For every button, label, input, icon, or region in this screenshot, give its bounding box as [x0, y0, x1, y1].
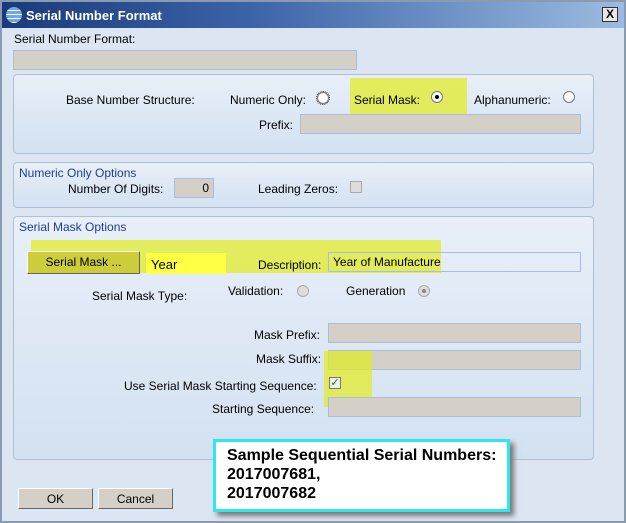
window-title: Serial Number Format — [26, 8, 162, 23]
serial-mask-options-title: Serial Mask Options — [19, 220, 127, 234]
validation-label: Validation: — [228, 284, 284, 298]
leading-zeros-label: Leading Zeros: — [258, 182, 339, 196]
serial-number-format-label: Serial Number Format: — [14, 32, 136, 46]
use-start-sequence-label: Use Serial Mask Starting Sequence: — [124, 379, 317, 393]
starting-sequence-label: Starting Sequence: — [212, 402, 315, 416]
app-icon — [6, 7, 22, 23]
sample-serial-2: 2017007682 — [227, 485, 316, 502]
mask-prefix-label: Mask Prefix: — [254, 328, 321, 342]
sample-serial-1: 2017007681, — [227, 466, 321, 483]
generation-label: Generation — [346, 284, 406, 298]
alphanumeric-radio[interactable] — [563, 91, 575, 103]
serial-mask-label: Serial Mask: — [354, 93, 421, 107]
close-button[interactable]: X — [602, 7, 618, 22]
serial-mask-button[interactable]: Serial Mask ... — [27, 251, 140, 274]
sample-serial-callout: Sample Sequential Serial Numbers: 201700… — [213, 439, 510, 512]
mask-suffix-label: Mask Suffix: — [256, 352, 322, 366]
mask-value-field[interactable]: Year — [146, 253, 226, 274]
validation-radio[interactable] — [297, 285, 309, 297]
serial-mask-radio[interactable] — [431, 91, 443, 103]
alphanumeric-label: Alphanumeric: — [474, 93, 551, 107]
prefix-field[interactable] — [300, 114, 581, 134]
use-start-sequence-checkbox[interactable]: ✓ — [329, 377, 341, 389]
digits-label: Number Of Digits: — [68, 182, 164, 196]
description-field[interactable]: Year of Manufacture — [328, 252, 581, 272]
title-bar: Serial Number Format X — [2, 2, 624, 28]
starting-sequence-field[interactable] — [328, 397, 581, 417]
prefix-label: Prefix: — [259, 118, 294, 132]
numeric-only-label: Numeric Only: — [230, 93, 307, 107]
leading-zeros-checkbox[interactable] — [350, 181, 362, 193]
numeric-options-title: Numeric Only Options — [19, 166, 137, 180]
serial-number-format-dialog: Serial Number Format X Serial Number For… — [0, 0, 626, 523]
description-label: Description: — [258, 258, 322, 272]
cancel-button[interactable]: Cancel — [98, 488, 173, 509]
serial-number-format-field[interactable] — [13, 50, 357, 70]
base-structure-label: Base Number Structure: — [66, 93, 195, 107]
ok-button[interactable]: OK — [18, 488, 93, 509]
generation-radio[interactable] — [418, 285, 430, 297]
numeric-only-radio[interactable] — [316, 91, 330, 105]
digits-field[interactable]: 0 — [174, 178, 214, 198]
mask-prefix-field[interactable] — [328, 323, 581, 343]
callout-heading: Sample Sequential Serial Numbers: — [227, 447, 497, 464]
mask-type-label: Serial Mask Type: — [92, 289, 188, 303]
